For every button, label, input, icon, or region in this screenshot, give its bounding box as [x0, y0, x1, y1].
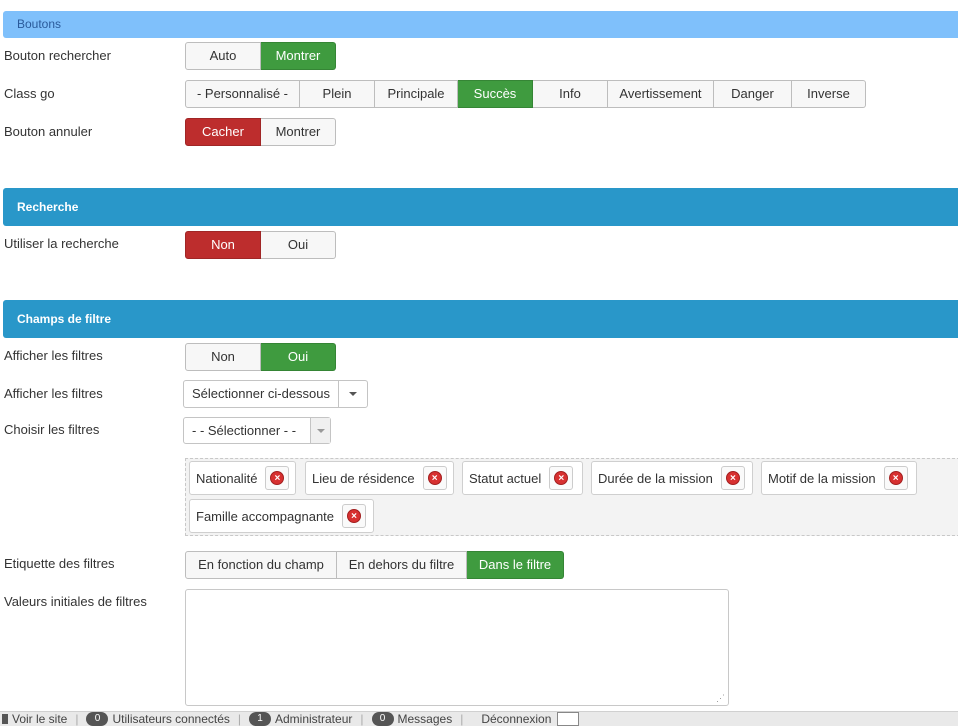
option-dans-le-filtre[interactable]: Dans le filtre [467, 551, 564, 579]
users-online-label[interactable]: Utilisateurs connectés [112, 712, 229, 726]
label-afficher-filtres: Afficher les filtres [4, 348, 103, 363]
section-header-boutons: Boutons [3, 11, 958, 38]
chevron-down-icon[interactable] [338, 381, 367, 407]
etiquette-filtres-group: En fonction du champ En dehors du filtre… [185, 551, 564, 579]
label-bouton-annuler: Bouton annuler [4, 124, 93, 139]
filter-chip-label: Famille accompagnante [196, 508, 335, 524]
remove-filter-button[interactable]: × [342, 504, 367, 528]
bouton-annuler-group: Cacher Montrer [185, 118, 336, 146]
label-afficher-filtres-select: Afficher les filtres [4, 386, 103, 401]
close-icon: × [347, 509, 362, 523]
label-class-go: Class go [4, 86, 55, 101]
remove-filter-button[interactable]: × [720, 466, 745, 490]
close-icon: × [554, 471, 569, 485]
selected-filters-area: Nationalité × Lieu de résidence × Statut… [185, 458, 958, 536]
option-auto[interactable]: Auto [185, 42, 261, 70]
document-icon [557, 712, 580, 726]
remove-filter-button[interactable]: × [549, 466, 574, 490]
choisir-filtres-select[interactable]: - - Sélectionner - - [183, 417, 331, 444]
option-cacher[interactable]: Cacher [185, 118, 261, 146]
option-non-recherche[interactable]: Non [185, 231, 261, 259]
close-icon: × [725, 471, 740, 485]
filter-chip: Motif de la mission × [761, 461, 917, 495]
option-oui-filtres[interactable]: Oui [261, 343, 336, 371]
resize-grip-icon[interactable]: ⋰ [716, 694, 725, 703]
messages-label[interactable]: Messages [398, 712, 453, 726]
logout-link[interactable]: Déconnexion [481, 712, 551, 726]
option-montrer[interactable]: Montrer [261, 42, 336, 70]
filter-chip: Famille accompagnante × [189, 499, 374, 533]
filter-chip: Durée de la mission × [591, 461, 753, 495]
option-personnalise[interactable]: - Personnalisé - [185, 80, 300, 108]
option-montrer-annuler[interactable]: Montrer [261, 118, 336, 146]
option-non-filtres[interactable]: Non [185, 343, 261, 371]
section-header-recherche: Recherche [3, 188, 958, 226]
afficher-filtres-group: Non Oui [185, 343, 336, 371]
filter-chip: Lieu de résidence × [305, 461, 454, 495]
label-utiliser-recherche: Utiliser la recherche [4, 236, 119, 251]
label-bouton-rechercher: Bouton rechercher [4, 48, 111, 63]
class-go-group: - Personnalisé - Plein Principale Succès… [185, 80, 866, 108]
option-danger[interactable]: Danger [714, 80, 792, 108]
filter-chip: Nationalité × [189, 461, 296, 495]
remove-filter-button[interactable]: × [422, 466, 447, 490]
users-count-badge: 0 [86, 712, 109, 726]
admins-count-badge: 1 [249, 712, 271, 726]
close-icon: × [427, 471, 442, 485]
option-inverse[interactable]: Inverse [792, 80, 866, 108]
select-value: - - Sélectionner - - [192, 423, 297, 438]
filter-chip-label: Nationalité [196, 470, 258, 486]
bouton-rechercher-group: Auto Montrer [185, 42, 336, 70]
option-oui-recherche[interactable]: Oui [261, 231, 336, 259]
section-header-champs-filtre: Champs de filtre [3, 300, 958, 338]
filter-chip-label: Durée de la mission [598, 470, 713, 486]
label-valeurs-initiales: Valeurs initiales de filtres [4, 594, 147, 609]
admins-label[interactable]: Administrateur [275, 712, 352, 726]
option-en-dehors-du-filtre[interactable]: En dehors du filtre [337, 551, 467, 579]
option-succes[interactable]: Succès [458, 80, 533, 108]
chevron-down-icon[interactable] [310, 418, 330, 443]
site-icon [2, 714, 8, 724]
view-site-link[interactable]: Voir le site [12, 712, 67, 726]
close-icon: × [888, 471, 903, 485]
filter-chip: Statut actuel × [462, 461, 583, 495]
option-avertissement[interactable]: Avertissement [608, 80, 714, 108]
select-value: Sélectionner ci-dessous [192, 386, 331, 401]
status-bar: Voir le site | 0 Utilisateurs connectés … [0, 711, 958, 726]
utiliser-recherche-group: Non Oui [185, 231, 336, 259]
option-principale[interactable]: Principale [375, 80, 458, 108]
option-en-fonction-du-champ[interactable]: En fonction du champ [185, 551, 337, 579]
filter-chip-label: Statut actuel [469, 470, 542, 486]
filter-chip-label: Motif de la mission [768, 470, 876, 486]
option-plein[interactable]: Plein [300, 80, 375, 108]
filter-chip-label: Lieu de résidence [312, 470, 415, 486]
label-etiquette-filtres: Etiquette des filtres [4, 556, 115, 571]
remove-filter-button[interactable]: × [265, 466, 290, 490]
label-choisir-filtres: Choisir les filtres [4, 422, 100, 437]
remove-filter-button[interactable]: × [883, 466, 908, 490]
option-info[interactable]: Info [533, 80, 608, 108]
afficher-filtres-select[interactable]: Sélectionner ci-dessous [183, 380, 368, 408]
valeurs-initiales-textarea[interactable] [185, 589, 729, 706]
messages-count-badge: 0 [371, 712, 394, 726]
close-icon: × [270, 471, 285, 485]
